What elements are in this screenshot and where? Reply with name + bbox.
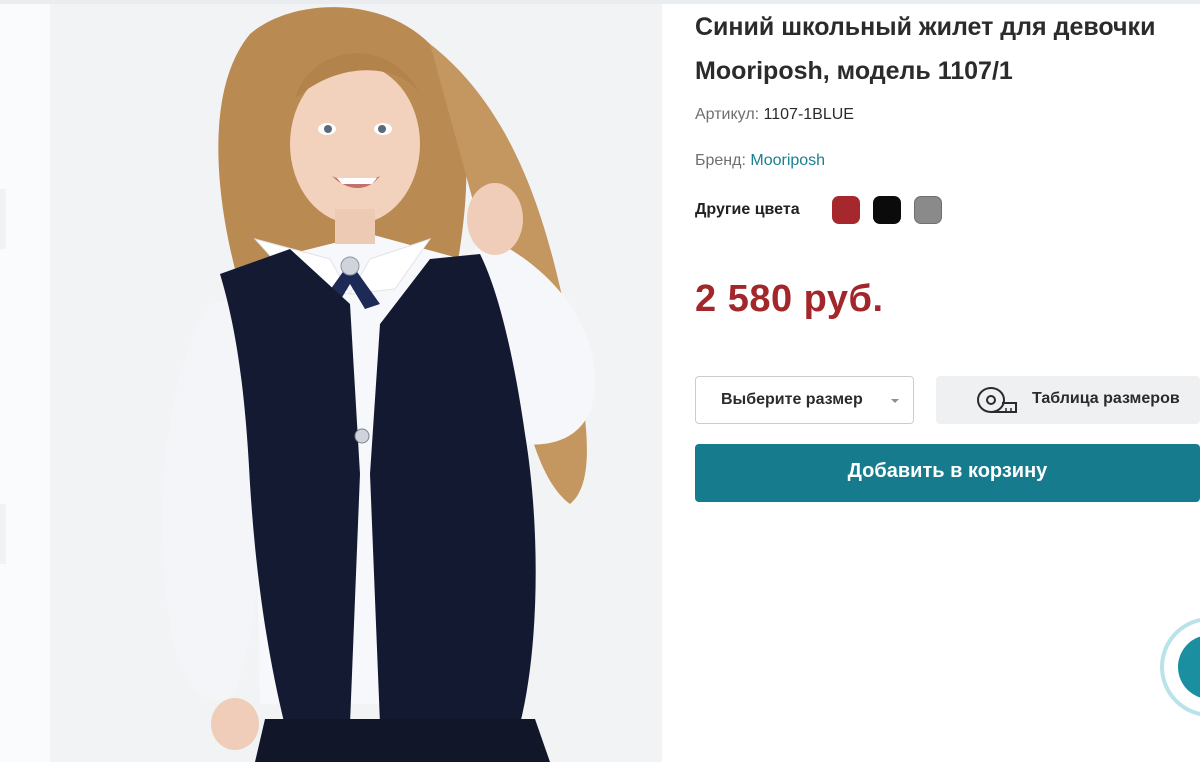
measuring-tape-icon (977, 387, 1017, 413)
size-table-button[interactable]: Таблица размеров (936, 376, 1200, 424)
color-swatch-black[interactable] (873, 196, 901, 224)
gallery-thumb-edge[interactable] (0, 189, 6, 249)
color-swatch-red[interactable] (832, 196, 860, 224)
sku-label: Артикул: (695, 106, 760, 123)
add-to-cart-button[interactable]: Добавить в корзину (695, 444, 1200, 502)
brand-link[interactable]: Mooriposh (750, 152, 825, 169)
brand-label: Бренд: (695, 152, 746, 169)
chat-widget-icon[interactable] (1160, 612, 1200, 722)
size-select[interactable]: Выберите размер (695, 376, 914, 424)
add-to-cart-label: Добавить в корзину (847, 460, 1048, 482)
size-table-label: Таблица размеров (1032, 390, 1180, 407)
left-gallery-strip (0, 4, 50, 762)
product-title: Синий школьный жилет для девочки Mooripo… (695, 5, 1195, 93)
product-price: 2 580 руб. (695, 278, 884, 320)
sku-row: Артикул: 1107-1BLUE (695, 106, 854, 124)
chevron-down-icon (891, 399, 899, 403)
other-colors-label: Другие цвета (695, 201, 800, 218)
color-swatch-gray[interactable] (914, 196, 942, 224)
product-image[interactable] (50, 4, 662, 762)
sku-value: 1107-1BLUE (763, 106, 854, 123)
product-title-line2: Mooriposh, модель 1107/1 (695, 57, 1013, 85)
gallery-thumb-edge[interactable] (0, 504, 6, 564)
brand-row: Бренд: Mooriposh (695, 152, 825, 170)
size-select-label: Выберите размер (721, 391, 863, 408)
product-photo-illustration (162, 7, 596, 762)
product-title-line1: Синий школьный жилет для девочки (695, 13, 1156, 41)
